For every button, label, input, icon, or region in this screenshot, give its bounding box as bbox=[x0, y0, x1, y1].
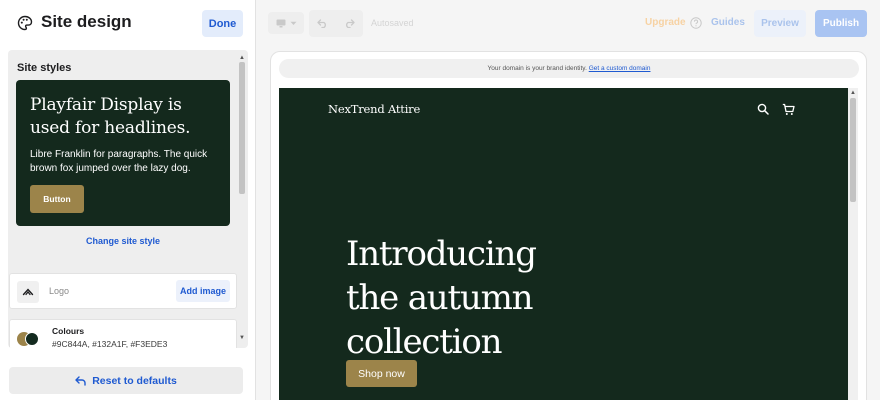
panel-scrollbar[interactable]: ▲ ▼ bbox=[238, 54, 246, 346]
shop-now-button[interactable]: Shop now bbox=[346, 360, 417, 387]
redo-icon bbox=[346, 19, 355, 28]
add-image-button[interactable]: Add image bbox=[176, 280, 230, 302]
chevron-down-icon bbox=[290, 21, 296, 25]
site-brand-name[interactable]: NexTrend Attire bbox=[328, 102, 420, 116]
panel-scroll-thumb[interactable] bbox=[239, 62, 245, 194]
undo-button[interactable] bbox=[309, 10, 336, 37]
panel-title: Site design bbox=[41, 12, 132, 31]
reset-label: Reset to defaults bbox=[92, 374, 177, 387]
logo-placeholder-icon bbox=[17, 281, 39, 303]
preview-scroll-thumb[interactable] bbox=[850, 98, 856, 202]
colours-label: Colours bbox=[52, 326, 85, 336]
style-preview-card[interactable]: Playfair Display is used for headlines. … bbox=[16, 80, 230, 226]
publish-button[interactable]: Publish bbox=[815, 10, 867, 37]
site-hero-section: NexTrend Attire Introducing the autumn c… bbox=[279, 88, 848, 400]
preview-scroll-up-arrow[interactable]: ▲ bbox=[849, 89, 857, 97]
logo-setting-row[interactable]: Logo Add image bbox=[9, 273, 237, 309]
colour-swatch-green bbox=[25, 332, 39, 346]
search-icon[interactable] bbox=[757, 103, 769, 115]
autosave-status: Autosaved bbox=[371, 18, 414, 28]
hero-heading: Introducing the autumn collection bbox=[346, 234, 537, 362]
site-styles-heading: Site styles bbox=[17, 62, 72, 74]
reset-arrow-icon bbox=[75, 375, 86, 386]
colours-values: #9C844A, #132A1F, #F3EDE3 bbox=[52, 339, 168, 348]
preview-scrollbar[interactable]: ▲ bbox=[848, 88, 858, 400]
palette-icon bbox=[17, 15, 33, 31]
settings-scroll-area: Site styles Playfair Display is used for… bbox=[8, 50, 248, 348]
scroll-up-arrow[interactable]: ▲ bbox=[238, 54, 246, 62]
style-paragraph-sample: Libre Franklin for paragraphs. The quick… bbox=[30, 149, 208, 174]
done-button[interactable]: Done bbox=[202, 10, 243, 37]
upgrade-link[interactable]: Upgrade bbox=[645, 17, 686, 28]
reset-to-defaults-button[interactable]: Reset to defaults bbox=[9, 367, 243, 394]
redo-button[interactable] bbox=[336, 10, 363, 37]
cart-icon[interactable] bbox=[782, 103, 795, 116]
undo-icon bbox=[317, 19, 326, 28]
undo-redo-group bbox=[309, 10, 363, 37]
get-custom-domain-link[interactable]: Get a custom domain bbox=[589, 65, 651, 72]
logo-label: Logo bbox=[49, 286, 70, 296]
preview-button[interactable]: Preview bbox=[754, 10, 806, 37]
change-site-style-link[interactable]: Change site style bbox=[8, 236, 238, 246]
device-selector[interactable] bbox=[268, 12, 304, 34]
style-button-sample: Button bbox=[30, 185, 84, 213]
colours-setting-row[interactable]: Colours #9C844A, #132A1F, #F3EDE3 bbox=[9, 319, 237, 348]
domain-banner-text: Your domain is your brand identity. bbox=[487, 65, 587, 72]
help-icon[interactable] bbox=[690, 17, 702, 29]
site-design-panel: Site design Done Site styles Playfair Di… bbox=[0, 0, 256, 400]
monitor-icon bbox=[276, 19, 285, 27]
guides-link[interactable]: Guides bbox=[711, 17, 745, 28]
panel-header: Site design Done bbox=[0, 0, 256, 46]
scroll-down-arrow[interactable]: ▼ bbox=[238, 334, 246, 342]
style-headline-sample: Playfair Display is used for headlines. bbox=[30, 95, 191, 138]
domain-banner: Your domain is your brand identity. Get … bbox=[279, 59, 859, 78]
